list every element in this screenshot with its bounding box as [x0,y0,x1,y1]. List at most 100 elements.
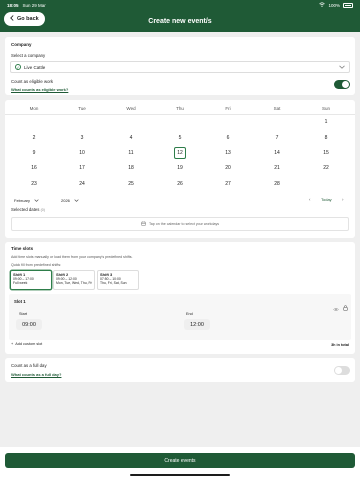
battery-icon [343,2,353,8]
start-label: Start [19,312,28,316]
add-slot-button[interactable]: + Add custom slot [11,342,42,346]
calendar-day[interactable]: 13 [222,147,234,159]
time-slots-description: Add time slots manually or load them fro… [11,255,133,259]
calendar-day[interactable]: 24 [76,178,88,190]
calendar-hint: Tap on the calendar to select your workd… [11,217,349,231]
calendar-day[interactable]: 3 [76,132,88,144]
time-slots-title: Time slots [11,246,34,251]
weekday-label: Thu [176,106,184,111]
company-selected-value: Live Cattle [24,64,46,70]
status-bar: 18:05 Sun 29 Mar 100% [0,0,360,10]
full-day-toggle[interactable] [334,366,350,375]
calendar-day[interactable]: 6 [222,132,234,144]
app-header: Go back Create new event/s [0,10,360,32]
company-select[interactable]: ✓ Live Cattle [10,61,350,73]
lock-icon[interactable] [343,298,348,316]
chevron-left-icon [10,15,14,23]
year-value: 2026 [61,197,70,203]
calendar-day[interactable]: 18 [125,162,137,174]
next-month-icon[interactable]: › [342,197,344,202]
calendar-day[interactable]: 16 [28,162,40,174]
shift-days: Mon, Tue, Wed, Thu, Fri [56,281,92,286]
company-card: Company Select a company ✓ Live Cattle C… [5,37,355,95]
selected-dates-text: Selected dates [11,207,40,212]
calendar-day[interactable]: 21 [271,162,283,174]
chevron-down-icon [74,198,79,203]
eligible-work-link[interactable]: What counts as eligible work? [11,87,68,92]
calendar-icon [141,221,146,227]
plus-icon: + [11,342,14,346]
weekday-label: Wed [126,106,136,111]
today-button[interactable]: Today [321,197,332,202]
selected-dates-count: (0) [40,208,45,212]
weekday-label: Sat [273,106,281,111]
chevron-down-icon [34,198,39,203]
total-hours: 3h in total [331,343,349,347]
company-section-title: Company [11,42,32,47]
year-select[interactable]: 2026 [61,196,79,204]
calendar-day[interactable]: 20 [222,162,234,174]
calendar-day[interactable]: 19 [174,162,186,174]
calendar-day[interactable]: 8 [320,132,332,144]
calendar-day[interactable]: 25 [125,178,137,190]
weekday-label: Tue [78,106,86,111]
eye-icon[interactable] [333,299,339,317]
calendar-day[interactable]: 2 [28,132,40,144]
slot-name: Slot 1 [14,299,26,304]
calendar-day[interactable]: 11 [125,147,137,159]
company-select-label: Select a company [11,53,46,58]
calendar-day[interactable]: 14 [271,147,283,159]
calendar-day[interactable]: 15 [320,147,332,159]
start-time-input[interactable]: 09:00 [16,319,42,330]
shift-days: Thu, Fri, Sat, Sun [100,281,127,286]
calendar-day[interactable]: 26 [174,178,186,190]
month-value: February [14,197,31,203]
home-indicator [130,474,230,476]
check-icon: ✓ [15,64,21,70]
calendar-day[interactable]: 5 [174,132,186,144]
time-slots-card: Time slots Add time slots manually or lo… [5,242,355,354]
end-time-input[interactable]: 12:00 [184,319,210,330]
calendar-day[interactable]: 4 [125,132,137,144]
calendar-day[interactable]: 9 [28,147,40,159]
status-date: Sun 29 Mar [22,2,46,8]
weekday-label: Sun [321,106,330,111]
month-select[interactable]: February [14,196,39,204]
wifi-icon [319,2,326,8]
back-label: Go back [17,16,39,22]
calendar-day[interactable]: 23 [28,178,40,190]
page-title: Create new event/s [148,17,212,25]
full-day-link[interactable]: What counts as a full day? [11,372,61,377]
shift-tile[interactable]: Shift 1 09:00 – 17:00 Full week [10,270,52,290]
end-label: End [186,312,193,316]
battery-percent: 100% [328,2,340,8]
back-button[interactable]: Go back [4,12,45,26]
eligible-work-toggle[interactable] [334,80,350,89]
toggle-knob [335,367,342,374]
toggle-knob [342,81,349,88]
chevron-down-icon [339,65,345,70]
calendar-day[interactable]: 17 [76,162,88,174]
calendar-day[interactable]: 28 [271,178,283,190]
calendar-day[interactable]: 1 [320,116,332,128]
weekday-label: Mon [29,106,39,111]
shift-days: Full week [13,281,28,286]
calendar-day[interactable]: 27 [222,178,234,190]
full-day-label: Count as a full day [11,363,47,368]
calendar-day[interactable]: 22 [320,162,332,174]
calendar-day[interactable]: 7 [271,132,283,144]
status-time: 18:05 [7,2,19,8]
slot-card: Slot 1 Start End [9,294,351,340]
calendar-hint-text: Tap on the calendar to select your workd… [148,222,220,226]
calendar-day[interactable]: 12 [174,147,186,159]
quick-fill-label: Quick fill from predefined shifts: [11,263,62,267]
calendar-day[interactable]: 10 [76,147,88,159]
eligible-work-label: Count as eligible work [11,79,54,84]
status-right: 100% [319,2,353,8]
shift-tile[interactable]: Shift 3 07:50 – 10:00 Thu, Fri, Sat, Sun [97,270,139,290]
create-events-button[interactable]: Create events [5,453,355,468]
shift-tile[interactable]: Shift 2 09:00 – 12:00 Mon, Tue, Wed, Thu, … [53,270,95,290]
selected-dates-label: Selected dates (0) [11,207,45,212]
calendar-divider [5,114,355,115]
prev-month-icon[interactable]: ‹ [309,197,311,202]
